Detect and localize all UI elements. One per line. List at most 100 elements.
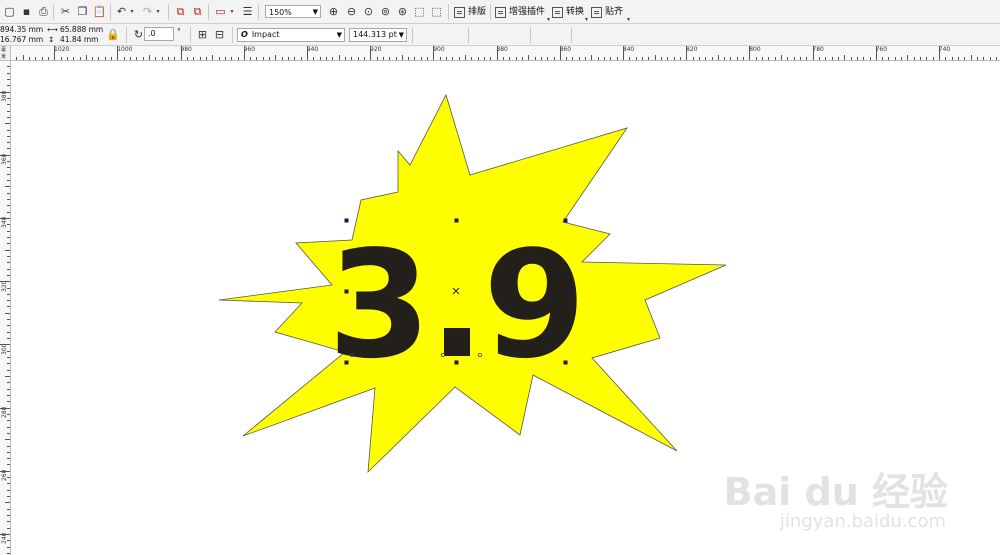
zoom-level-select[interactable]: 150% ▼ xyxy=(265,5,321,18)
ruler-tick xyxy=(288,57,290,60)
handle-bottom-center[interactable] xyxy=(454,360,459,365)
ruler-tick xyxy=(642,57,643,60)
mirror-vertical-icon[interactable]: ⊟ xyxy=(212,27,227,42)
zoom-out-icon[interactable]: ⊖ xyxy=(344,4,359,19)
zoom-level-value: 150% xyxy=(269,8,292,17)
convert-menu-button[interactable]: 转换 xyxy=(552,5,584,19)
zoom-selected-icon[interactable]: ⊙ xyxy=(361,4,376,19)
ruler-tick xyxy=(98,57,100,60)
drawing-canvas[interactable]: 3.9 Bai du 经验 jingyan.baidu.com xyxy=(11,61,1000,555)
ruler-tick xyxy=(28,57,30,60)
enhanced-plugin-menu-button[interactable]: 增强插件 xyxy=(495,5,545,19)
options-icon[interactable]: ☰ xyxy=(240,4,255,19)
cut-icon[interactable]: ✂ xyxy=(58,4,73,19)
ruler-tick xyxy=(5,249,10,251)
snap-menu-button[interactable]: 贴齐 xyxy=(591,5,623,19)
font-family-select[interactable]: O Impact ▼ xyxy=(237,28,345,42)
chevron-down-icon: ▼ xyxy=(398,31,404,39)
ruler-tick xyxy=(269,57,271,60)
export-icon[interactable]: ⧉ xyxy=(190,4,205,19)
ruler-tick xyxy=(168,57,169,60)
zoom-in-icon[interactable]: ⊕ xyxy=(326,4,341,19)
ruler-label: 800 xyxy=(749,46,761,53)
ruler-tick xyxy=(237,57,239,60)
paste-icon[interactable]: 📋 xyxy=(92,4,107,19)
application-launcher-icon[interactable]: ▭ xyxy=(213,4,228,19)
redo-dropdown-icon[interactable]: ▾ xyxy=(154,4,162,19)
ruler-tick xyxy=(7,477,10,479)
x-position-field[interactable]: 894.35 mm xyxy=(0,25,43,35)
font-size-select[interactable]: 144.313 pt ▼ xyxy=(349,28,407,42)
ruler-origin[interactable]: 毫米 xyxy=(0,46,11,61)
price-text[interactable]: 3.9 xyxy=(328,219,586,391)
zoom-all-objects-icon[interactable]: ⊚ xyxy=(378,4,393,19)
ruler-tick xyxy=(7,445,10,447)
handle-middle-right[interactable] xyxy=(563,289,568,294)
print-icon[interactable]: ⎙ xyxy=(36,4,51,19)
import-icon[interactable]: ⧉ xyxy=(173,4,188,19)
ruler-tick xyxy=(711,57,713,60)
ruler-tick xyxy=(673,57,675,60)
ruler-tick xyxy=(0,407,10,409)
ruler-tick xyxy=(218,57,220,60)
ruler-tick xyxy=(787,57,789,60)
layout-menu-button[interactable]: 排版 xyxy=(454,5,486,19)
y-position-field[interactable]: 16.767 mm xyxy=(0,35,43,45)
ruler-tick xyxy=(869,57,871,60)
ruler-tick xyxy=(275,55,277,60)
ruler-tick xyxy=(528,55,530,60)
ruler-tick xyxy=(509,57,511,60)
rotation-angle-input[interactable]: .0 xyxy=(144,27,174,41)
handle-top-right[interactable] xyxy=(563,218,568,223)
vertical-ruler[interactable]: 380 360 340 320 300 280 260 240 xyxy=(0,60,11,555)
undo-icon[interactable]: ↶ xyxy=(114,4,129,19)
copy-icon[interactable]: ❐ xyxy=(75,4,90,19)
ruler-label: 820 xyxy=(686,46,698,53)
zoom-page-height-icon[interactable]: ⬚ xyxy=(429,4,444,19)
ruler-tick xyxy=(212,55,214,60)
ruler-tick xyxy=(926,57,928,60)
ruler-tick xyxy=(856,57,858,60)
height-field[interactable]: 41.84 mm xyxy=(60,35,98,45)
handle-middle-left[interactable] xyxy=(344,289,349,294)
ruler-label: 840 xyxy=(622,46,635,53)
handle-bottom-left[interactable] xyxy=(344,360,349,365)
ruler-tick xyxy=(281,57,283,60)
launcher-dropdown-icon[interactable]: ▾ xyxy=(228,4,236,19)
new-document-icon[interactable]: ▢ xyxy=(2,4,17,19)
undo-dropdown-icon[interactable]: ▾ xyxy=(128,4,136,19)
save-icon[interactable]: ▪ xyxy=(19,4,34,19)
lock-ratio-icon[interactable]: 🔒 xyxy=(106,27,120,42)
ruler-tick xyxy=(186,57,188,60)
width-field[interactable]: 65.888 mm xyxy=(60,25,103,35)
zoom-page-width-icon[interactable]: ⬚ xyxy=(412,4,427,19)
ruler-tick xyxy=(7,306,10,308)
redo-icon[interactable]: ↷ xyxy=(140,4,155,19)
ruler-tick xyxy=(597,57,599,60)
font-family-value: Impact xyxy=(251,30,280,39)
ruler-tick xyxy=(995,57,997,60)
ruler-tick xyxy=(774,57,776,60)
ruler-tick xyxy=(7,363,10,365)
separator xyxy=(468,27,469,43)
ruler-tick xyxy=(250,57,252,60)
ruler-tick xyxy=(104,57,106,60)
ruler-tick xyxy=(844,55,846,60)
zoom-page-icon[interactable]: ⊛ xyxy=(395,4,410,19)
ruler-tick xyxy=(7,331,10,333)
ruler-tick xyxy=(970,55,972,60)
convert-icon xyxy=(552,6,563,18)
handle-top-left[interactable] xyxy=(344,218,349,223)
ruler-tick xyxy=(7,319,10,321)
ruler-tick xyxy=(705,57,707,60)
horizontal-ruler[interactable]: 1020 1000 980 960 940 920 900 880 860 840 820 800 78… xyxy=(0,46,1000,61)
ruler-tick xyxy=(964,57,966,60)
ruler-tick xyxy=(7,451,10,453)
ruler-tick xyxy=(894,57,896,60)
ruler-tick xyxy=(932,57,934,60)
ruler-tick xyxy=(16,57,18,60)
handle-bottom-right[interactable] xyxy=(563,360,568,365)
handle-top-center[interactable] xyxy=(454,218,459,223)
ruler-tick xyxy=(888,57,890,60)
mirror-horizontal-icon[interactable]: ⊞ xyxy=(195,27,210,42)
